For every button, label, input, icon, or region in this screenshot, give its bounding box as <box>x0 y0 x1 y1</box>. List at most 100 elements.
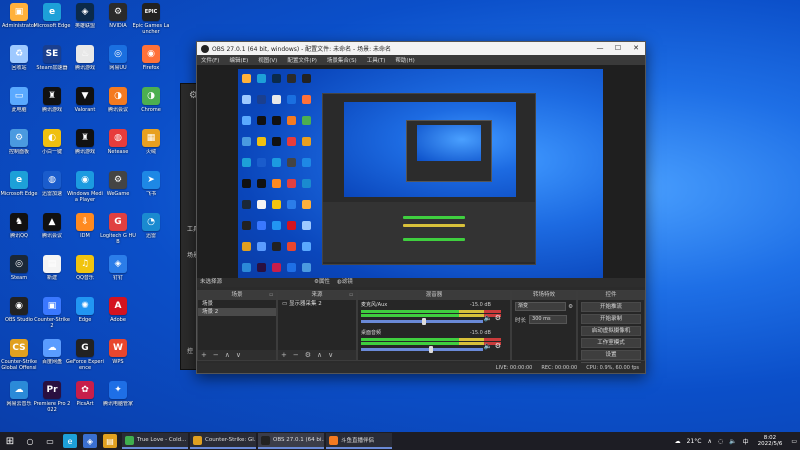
source-item[interactable]: ▭ 显示器采集 2 <box>278 300 356 308</box>
move-up-icon[interactable]: ∧ <box>225 351 230 359</box>
volume-slider[interactable] <box>361 318 483 325</box>
dock-close-icon[interactable]: ▫ <box>269 291 273 300</box>
notification-icon[interactable]: ▭ <box>791 438 797 445</box>
app-icon: ◎ <box>109 45 127 63</box>
edge-icon[interactable]: e <box>63 434 77 448</box>
maximize-button[interactable]: ☐ <box>609 42 627 55</box>
obs-window[interactable]: OBS 27.0.1 (64 bit, windows) - 配置文件: 未命名… <box>196 41 646 374</box>
desktop-icon[interactable]: ◑ Chrome <box>132 85 170 121</box>
app-icon: ◐ <box>43 129 61 147</box>
menu-edit[interactable]: 编辑(E) <box>229 56 248 64</box>
task-view-icon[interactable]: ▭ <box>43 434 57 448</box>
preview-icon <box>272 179 281 188</box>
dock-close-icon[interactable]: ▫ <box>349 291 353 300</box>
app-icon: ◈ <box>109 255 127 273</box>
preview-area[interactable] <box>197 65 645 300</box>
taskbar-task[interactable]: True Love - Cold... <box>122 433 188 449</box>
preview-icon <box>272 116 281 125</box>
scene-item[interactable]: 场景 <box>198 300 276 308</box>
track-icons: 🔈 ⚙ <box>484 314 501 322</box>
tray-arrow-icon[interactable]: ∧ <box>707 438 711 445</box>
volume-slider[interactable] <box>361 346 483 353</box>
app-icon: ▭ <box>10 87 28 105</box>
gear-icon[interactable]: ⚙ <box>305 351 311 359</box>
app-icon: ⚙ <box>109 171 127 189</box>
preview-icon <box>242 158 251 167</box>
transitions-dock-header: 转场特效 <box>512 291 576 300</box>
scenes-dock: 场景 ▫ 场景 场景 2 + − ∧ ∨ <box>197 290 277 361</box>
task-app-icon <box>329 435 338 445</box>
sources-dock-footer: + − ⚙ ∧ ∨ <box>278 350 356 360</box>
ime-icon[interactable]: 中 <box>743 437 749 446</box>
taskbar-task[interactable]: OBS 27.0.1 (64 bi... <box>258 433 324 449</box>
speaker-icon[interactable]: 🔈 <box>484 314 493 322</box>
add-icon[interactable]: + <box>201 351 207 359</box>
remove-icon[interactable]: − <box>213 351 219 359</box>
transition-select[interactable]: 渐变 <box>515 302 567 311</box>
desktop-icon[interactable]: ➤ 飞书 <box>132 169 170 205</box>
gear-icon[interactable]: ⚙ <box>495 314 501 322</box>
preview-icon <box>302 158 311 167</box>
desktop-icon[interactable]: ◉ Firefox <box>132 43 170 79</box>
menu-profile[interactable]: 配置文件(P) <box>287 56 317 64</box>
duration-input[interactable]: 300 ms <box>529 315 568 324</box>
volume-slider-knob[interactable] <box>429 346 434 353</box>
preview-icon <box>272 200 281 209</box>
close-button[interactable]: ✕ <box>627 42 645 55</box>
windows-start-icon[interactable]: ⊞ <box>3 434 17 448</box>
gear-icon[interactable]: ⚙ <box>568 304 573 310</box>
taskbar-task[interactable]: 斗鱼直播伴侣 <box>326 433 392 449</box>
studio-mode-button[interactable]: 工作室模式 <box>581 338 641 348</box>
preview-icon <box>302 242 311 251</box>
folder-icon[interactable]: ▤ <box>103 434 117 448</box>
app-icon: G <box>76 339 94 357</box>
nested-preview <box>344 102 516 197</box>
desktop-icon[interactable]: EPIC Epic Games Launcher <box>132 1 170 37</box>
menu-file[interactable]: 文件(F) <box>201 56 219 64</box>
filters-button[interactable]: ◍滤镜 <box>337 278 353 287</box>
virtual-camera-button[interactable]: 启动虚拟摄像机 <box>581 326 641 336</box>
start-recording-button[interactable]: 开始录制 <box>581 314 641 324</box>
desktop-icon[interactable]: ▦ 火绒 <box>132 127 170 163</box>
app-icon[interactable]: ◈ <box>83 434 97 448</box>
settings-button[interactable]: 设置 <box>581 350 641 360</box>
add-icon[interactable]: + <box>281 351 287 359</box>
volume-meter <box>361 314 501 317</box>
obs-titlebar[interactable]: OBS 27.0.1 (64 bit, windows) - 配置文件: 未命名… <box>197 42 645 55</box>
scene-item-selected[interactable]: 场景 2 <box>198 308 276 316</box>
preview-icon <box>302 200 311 209</box>
gear-icon[interactable]: ⚙ <box>495 342 501 350</box>
properties-button[interactable]: ⚙属性 <box>314 278 330 287</box>
preview-icon <box>272 158 281 167</box>
weather-icon[interactable]: ☁ <box>675 438 681 445</box>
remove-icon[interactable]: − <box>293 351 299 359</box>
desktop-icon[interactable]: W WPS <box>99 337 137 373</box>
app-icon: ♫ <box>76 255 94 273</box>
menu-scene-collection[interactable]: 场景集合(S) <box>327 56 357 64</box>
menu-help[interactable]: 帮助(H) <box>395 56 414 64</box>
move-up-icon[interactable]: ∧ <box>317 351 322 359</box>
minimize-button[interactable]: — <box>591 42 609 55</box>
app-icon: ⇩ <box>76 213 94 231</box>
preview-icon <box>272 221 281 230</box>
desktop-icon[interactable]: ◔ 迅雷 <box>132 211 170 247</box>
speaker-icon[interactable]: 🔈 <box>484 342 493 350</box>
volume-icon[interactable]: 🔈 <box>729 438 736 445</box>
network-icon[interactable]: ◌ <box>718 438 723 445</box>
task-label: True Love - Cold... <box>137 437 187 443</box>
move-down-icon[interactable]: ∨ <box>328 351 333 359</box>
taskbar-task[interactable]: Counter-Strike: Gl... <box>190 433 256 449</box>
desktop-icon[interactable]: ✦ 腾讯电脑管家 <box>99 379 137 415</box>
clock[interactable]: 8:02 2022/5/6 <box>758 435 783 448</box>
move-down-icon[interactable]: ∨ <box>236 351 241 359</box>
desktop-icon-label: 飞书 <box>145 191 156 197</box>
preview-canvas[interactable] <box>238 69 603 297</box>
start-streaming-button[interactable]: 开始推流 <box>581 302 641 312</box>
menu-tools[interactable]: 工具(T) <box>367 56 386 64</box>
preview-icon <box>242 74 251 83</box>
search-icon[interactable]: ○ <box>23 434 37 448</box>
desktop-icon[interactable]: ◈ 钉钉 <box>99 253 137 289</box>
desktop-icon[interactable]: A Adobe <box>99 295 137 331</box>
volume-slider-knob[interactable] <box>422 318 427 325</box>
menu-view[interactable]: 视图(V) <box>258 56 277 64</box>
